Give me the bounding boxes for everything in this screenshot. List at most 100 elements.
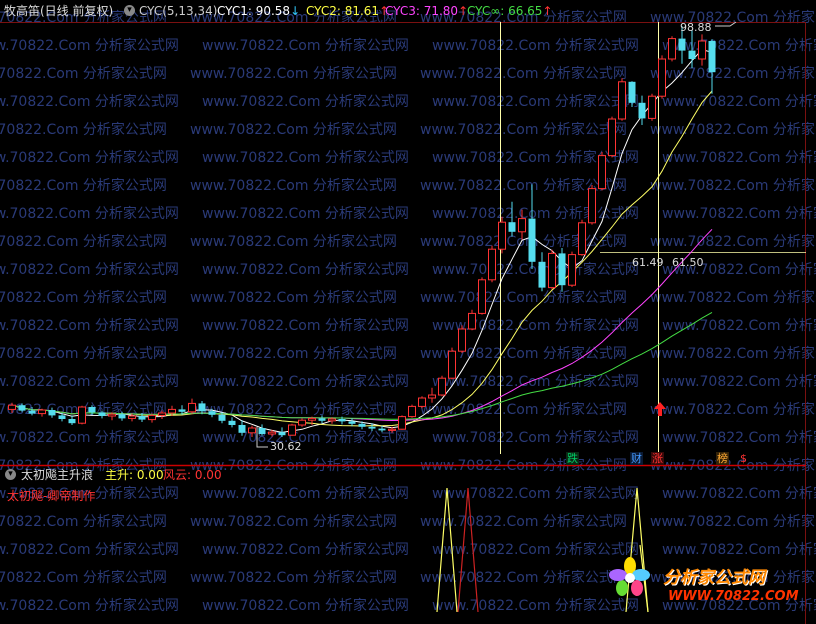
watermark-text: www.70822.Com 分析家公式网 bbox=[650, 177, 816, 194]
watermark-text: www.70822.Com 分析家公式网 bbox=[432, 373, 639, 390]
cyc2-value: CYC2: 81.61↑ bbox=[306, 4, 390, 18]
watermark-text: www.70822.Com 分析家公式网 bbox=[662, 149, 816, 166]
candle[interactable] bbox=[648, 93, 656, 121]
candle[interactable] bbox=[488, 245, 496, 283]
watermark-text: www.70822.Com 分析家公式网 bbox=[202, 429, 409, 446]
stock-chart[interactable]: www.70822.Com 分析家公式网 www.70822.Com 分析家公式网… bbox=[0, 0, 816, 624]
header-bar: 牧高笛(日线 前复权) ▾ CYC(5,13,34) CYC1: 90.58↓ … bbox=[0, 4, 816, 20]
cyc1-value: CYC1: 90.58↓ bbox=[217, 4, 301, 18]
watermark-text: www.70822.Com 分析家公式网 bbox=[190, 121, 397, 138]
watermark-text: www.70822.Com 分析家公式网 bbox=[202, 485, 409, 502]
watermark-text: www.70822.Com 分析家公式网 bbox=[190, 233, 397, 250]
watermark-text: www.70822.Com 分析家公式网 bbox=[650, 233, 816, 250]
candle[interactable] bbox=[408, 404, 416, 418]
candle[interactable] bbox=[598, 152, 606, 191]
stock-name[interactable]: 牧高笛(日线 前复权) bbox=[4, 4, 113, 18]
watermark-text: www.70822.Com 分析家公式网 bbox=[650, 401, 816, 418]
watermark-text: www.70822.Com 分析家公式网 bbox=[190, 345, 397, 362]
event-tag-dollar[interactable]: $ bbox=[739, 452, 748, 465]
watermark-text: www.70822.Com 分析家公式网 bbox=[202, 93, 409, 110]
watermark-text: www.70822.Com 分析家公式网 bbox=[662, 429, 816, 446]
watermark-text: www.70822.Com 分析家公式网 bbox=[662, 93, 816, 110]
candle[interactable] bbox=[558, 248, 566, 292]
candle[interactable] bbox=[578, 219, 586, 256]
event-tag-bang[interactable]: 榜 bbox=[716, 452, 729, 465]
arrow-up-icon: ↑ bbox=[542, 4, 553, 18]
watermark-text: www.70822.Com 分析家公式网 bbox=[0, 93, 179, 110]
candle[interactable] bbox=[548, 249, 556, 290]
watermark-text: www.70822.Com 分析家公式网 bbox=[0, 121, 167, 138]
candle[interactable] bbox=[458, 325, 466, 353]
watermark-text: www.70822.Com 分析家公式网 bbox=[202, 541, 409, 558]
logo-url: WWW.70822.COM bbox=[668, 589, 799, 604]
cyc3-value: CYC3: 71.80↑ bbox=[385, 4, 469, 18]
crosshair-price-right: 61.50 bbox=[672, 256, 704, 269]
candle[interactable] bbox=[468, 309, 476, 331]
watermark-text: www.70822.Com 分析家公式网 bbox=[202, 261, 409, 278]
watermark-text: www.70822.Com 分析家公式网 bbox=[190, 289, 397, 306]
logo-name: 分析家公式网 bbox=[663, 568, 765, 588]
candle[interactable] bbox=[418, 396, 426, 409]
watermark-text: www.70822.Com 分析家公式网 bbox=[420, 513, 627, 530]
watermark-text: www.70822.Com 分析家公式网 bbox=[432, 149, 639, 166]
watermark-text: www.70822.Com 分析家公式网 bbox=[0, 373, 179, 390]
candle[interactable] bbox=[288, 423, 296, 436]
candle[interactable] bbox=[448, 347, 456, 380]
event-tag-cai[interactable]: 财 bbox=[630, 452, 643, 465]
settings-circle-icon[interactable]: ▾ bbox=[124, 5, 135, 16]
candle[interactable] bbox=[498, 216, 506, 254]
candle[interactable] bbox=[428, 387, 436, 403]
lower-indicator-title[interactable]: 太初飚主升浪 bbox=[21, 468, 93, 482]
watermark-text: www.70822.Com 分析家公式网 bbox=[0, 65, 167, 82]
candle[interactable] bbox=[398, 415, 406, 430]
watermark-text: www.70822.Com 分析家公式网 bbox=[0, 597, 179, 614]
candle[interactable] bbox=[608, 116, 616, 158]
watermark-text: www.70822.Com 分析家公式网 bbox=[662, 373, 816, 390]
watermark-text: www.70822.Com 分析家公式网 bbox=[420, 289, 627, 306]
watermark-text: www.70822.Com 分析家公式网 bbox=[0, 205, 179, 222]
event-tag-zhang[interactable]: 涨 bbox=[651, 452, 664, 465]
candle[interactable] bbox=[568, 251, 576, 287]
watermark-text: www.70822.Com 分析家公式网 bbox=[0, 513, 167, 530]
watermark-text: www.70822.Com 分析家公式网 bbox=[0, 149, 179, 166]
candle[interactable] bbox=[658, 55, 666, 99]
watermark-text: www.70822.Com 分析家公式网 bbox=[202, 373, 409, 390]
watermark-text: www.70822.Com 分析家公式网 bbox=[202, 317, 409, 334]
watermark-text: www.70822.Com 分析家公式网 bbox=[0, 569, 167, 586]
watermark-text: www.70822.Com 分析家公式网 bbox=[662, 317, 816, 334]
crosshair-price-left: 61.49 bbox=[632, 256, 664, 269]
watermark-text: www.70822.Com 分析家公式网 bbox=[650, 121, 816, 138]
candle[interactable] bbox=[588, 185, 596, 225]
watermark-text: www.70822.Com 分析家公式网 bbox=[190, 177, 397, 194]
candle[interactable] bbox=[438, 375, 446, 397]
candle[interactable] bbox=[618, 78, 626, 121]
event-tag-die[interactable]: 跌 bbox=[566, 452, 579, 465]
candle[interactable] bbox=[708, 39, 716, 94]
candle[interactable] bbox=[78, 405, 86, 425]
candle[interactable] bbox=[668, 36, 676, 62]
watermark-text: www.70822.Com 分析家公式网 bbox=[650, 289, 816, 306]
watermark-text: www.70822.Com 分析家公式网 bbox=[0, 429, 179, 446]
watermark-text: www.70822.Com 分析家公式网 bbox=[420, 569, 627, 586]
watermark-text: www.70822.Com 分析家公式网 bbox=[202, 37, 409, 54]
candle[interactable] bbox=[228, 417, 236, 428]
candle[interactable] bbox=[638, 95, 646, 125]
candle[interactable] bbox=[188, 398, 196, 414]
candle[interactable] bbox=[538, 252, 546, 292]
watermark-text: www.70822.Com 分析家公式网 bbox=[0, 541, 179, 558]
author-label: 太初飚-卿帝制作 bbox=[7, 489, 96, 503]
watermark-text: www.70822.Com 分析家公式网 bbox=[0, 37, 179, 54]
arrow-down-icon: ↓ bbox=[290, 4, 301, 18]
watermark-text: www.70822.Com 分析家公式网 bbox=[0, 289, 167, 306]
watermark-text: www.70822.Com 分析家公式网 bbox=[202, 149, 409, 166]
candle[interactable] bbox=[148, 413, 156, 423]
candle[interactable] bbox=[478, 277, 486, 315]
settings-circle-icon[interactable]: ▾ bbox=[5, 469, 16, 480]
cycinf-value: CYC∞: 66.65↑ bbox=[467, 4, 553, 18]
watermark-text: www.70822.Com 分析家公式网 bbox=[432, 429, 639, 446]
candle[interactable] bbox=[528, 184, 536, 269]
candle[interactable] bbox=[298, 418, 306, 427]
lower-pane-header: ▾ 太初飚主升浪 主升: 0.00 风云: 0.00 bbox=[0, 468, 400, 484]
watermark-text: www.70822.Com 分析家公式网 bbox=[0, 317, 179, 334]
candle[interactable] bbox=[348, 418, 356, 427]
